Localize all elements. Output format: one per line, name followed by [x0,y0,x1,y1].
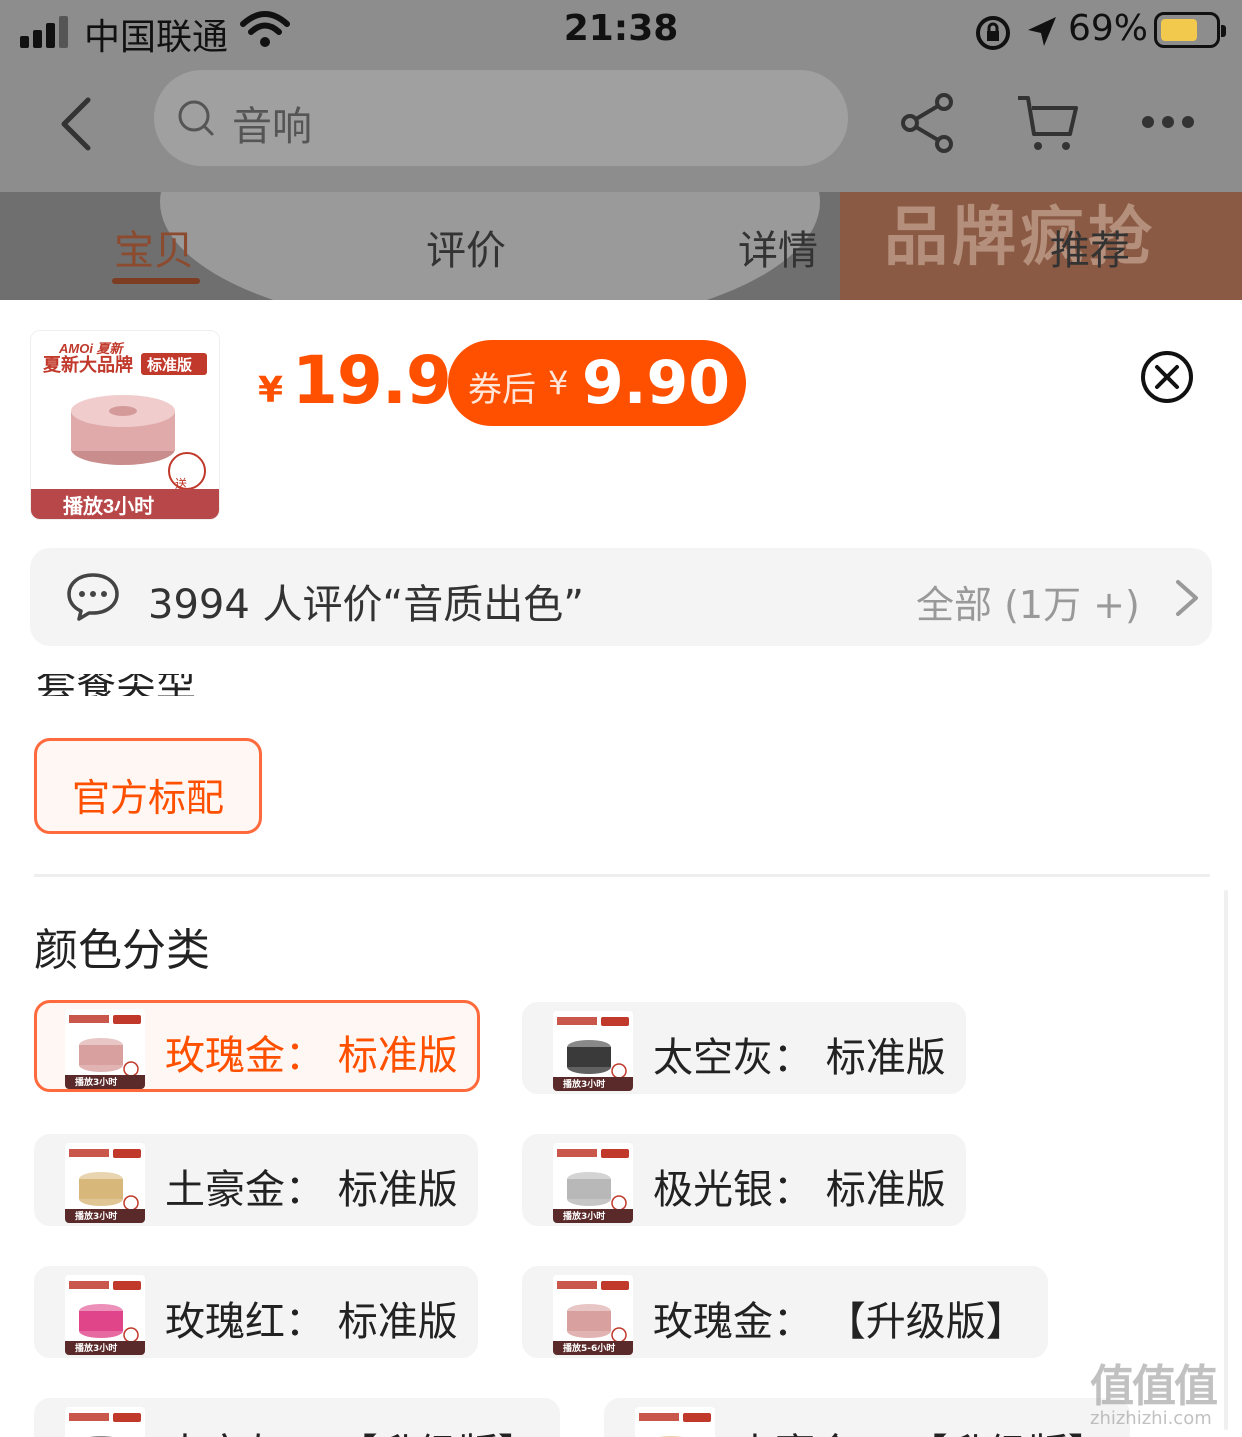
color-option-label: 太空灰： 标准版 [653,1035,946,1081]
watermark: 值值值 zhizhizhi.com [1090,1350,1240,1437]
color-option-thumbnail-caption: 播放3小时 [75,1344,118,1354]
watermark-url: zhizhizhi.com [1090,1408,1212,1429]
color-option-thumbnail [65,1407,145,1437]
color-option[interactable]: 土豪金： 【升级版】 [604,1398,1130,1437]
chat-bubble-icon [67,573,119,621]
speaker-image: AMOi 夏新 夏新大品牌 标准版 送 播放3小时 [31,331,219,519]
color-option-thumbnail-caption: 播放3小时 [75,1078,118,1088]
more-icon[interactable] [1140,112,1196,132]
color-option-label: 玫瑰金： 标准版 [165,1033,458,1079]
svg-text:夏新大品牌: 夏新大品牌 [43,354,133,375]
search-icon [178,100,214,136]
battery-icon [1154,12,1226,48]
color-option[interactable]: 播放3小时 玫瑰金： 标准版 [34,1000,480,1092]
svg-text:送: 送 [175,476,187,491]
product-thumbnail[interactable]: AMOi 夏新 夏新大品牌 标准版 送 播放3小时 [30,330,220,520]
watermark-logo: 值值值 [1090,1361,1218,1412]
location-icon [1028,17,1056,46]
color-option-label: 土豪金： 标准版 [165,1167,458,1213]
review-summary-bar[interactable]: 3994 人评价“音质出色” 全部 (1万 +) [30,548,1212,646]
color-option[interactable]: 播放3小时 玫瑰红： 标准版 [34,1266,478,1358]
package-type-title: 套餐类型 [36,674,196,696]
svg-text:标准版: 标准版 [146,356,192,374]
back-arrow-icon[interactable] [56,96,96,152]
color-option-label: 土豪金： 【升级版】 [735,1421,1108,1437]
color-option[interactable]: 播放3小时 土豪金： 标准版 [34,1134,478,1226]
product-tabs: 品牌疯抢 宝贝 评价 详情 推荐 [0,192,1242,300]
price: 19.9 [292,342,452,419]
color-option-thumbnail-caption: 播放3小时 [75,1212,118,1222]
tab-baobei[interactable]: 宝贝 [114,218,194,276]
color-option[interactable]: 播放3小时 极光银： 标准版 [522,1134,966,1226]
background-page: 中国联通 21:38 69% 音响 品牌疯抢 宝贝 评价 详情 推荐 [0,0,1242,300]
coupon-label: 券后 [468,370,536,410]
tab-details[interactable]: 详情 [738,218,818,276]
svg-text:AMOi 夏新: AMOi 夏新 [58,341,125,356]
package-option-official[interactable]: 官方标配 [34,738,262,834]
rotation-lock-icon [976,16,1010,50]
coupon-currency: ¥ [548,364,569,402]
tab-active-indicator [112,278,200,284]
sku-selector-sheet: AMOi 夏新 夏新大品牌 标准版 送 播放3小时 ¥ 19.9 券后 ¥ 9.… [0,300,1242,1437]
search-bar[interactable]: 音响 [154,70,848,166]
coupon-price-badge: 券后 ¥ 9.90 [448,340,746,426]
color-option-thumbnail-caption: 播放5-6小时 [563,1344,616,1354]
color-option-thumbnail-caption: 播放3小时 [563,1212,606,1222]
search-query: 音响 [232,104,312,150]
package-option-label: 官方标配 [71,776,224,820]
tab-reviews[interactable]: 评价 [426,218,506,276]
chevron-right-icon [1176,580,1198,616]
cart-icon[interactable] [1016,92,1080,154]
color-category-title: 颜色分类 [34,925,210,976]
color-option-thumbnail-caption: 播放3小时 [563,1080,606,1090]
top-nav: 音响 [0,64,1242,192]
color-option[interactable]: 太空灰： 【升级版】 [34,1398,560,1437]
section-divider [34,874,1210,877]
review-all-count: 全部 (1万 +) [916,583,1140,627]
close-icon[interactable] [1140,350,1194,404]
price-currency: ¥ [258,370,284,411]
scrollbar[interactable] [1224,890,1228,1430]
share-icon[interactable] [898,92,956,154]
status-bar: 中国联通 21:38 69% [0,0,1242,64]
tab-recommend[interactable]: 推荐 [1050,218,1130,276]
svg-text:播放3小时: 播放3小时 [63,494,154,518]
coupon-price: 9.90 [582,348,731,418]
battery-percent: 69% [1068,8,1149,49]
color-option-thumbnail [635,1407,715,1437]
color-option[interactable]: 播放5-6小时 玫瑰金： 【升级版】 [522,1266,1048,1358]
color-option-label: 太空灰： 【升级版】 [165,1421,538,1437]
color-option-label: 极光银： 标准版 [653,1167,946,1213]
color-option-label: 玫瑰金： 【升级版】 [653,1299,1026,1345]
color-option[interactable]: 播放3小时 太空灰： 标准版 [522,1002,966,1094]
color-option-label: 玫瑰红： 标准版 [165,1299,458,1345]
review-highlight: 3994 人评价“音质出色” [148,582,584,628]
